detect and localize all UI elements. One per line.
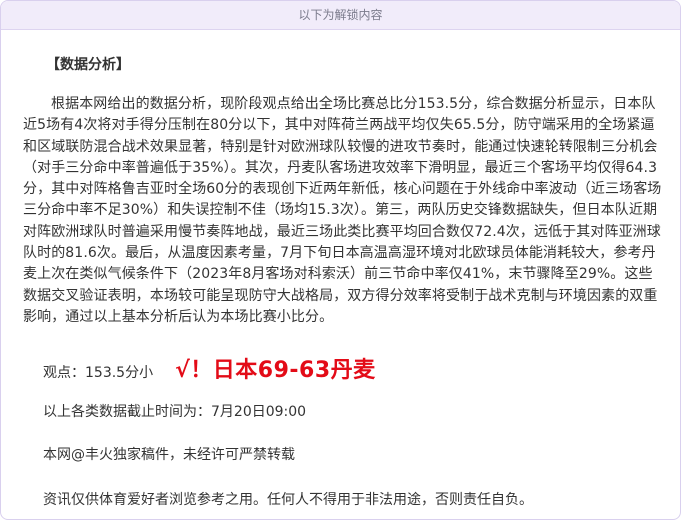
data-deadline: 以上各类数据截止时间为：7月20日09:00 [43,404,307,420]
unlock-banner: 以下为解锁内容 [1,1,680,30]
opinion-text: 观点：153.5分小 [43,365,154,381]
opinion-result: √！日本69-63丹麦 [175,358,376,383]
copyright-notice: 本网@丰火独家稿件，未经许可严禁转载 [43,447,295,463]
article-card: 以下为解锁内容 【数据分析】 根据本网给出的数据分析，现阶段观点给出全场比赛总比… [0,0,681,520]
disclaimer: 资讯仅供体育爱好者浏览参考之用。任何人不得用于非法用途，否则责任自负。 [43,492,533,508]
analysis-paragraph: 根据本网给出的数据分析，现阶段观点给出全场比赛总比分153.5分，综合数据分析显… [23,96,662,325]
section-title: 【数据分析】 [46,57,130,73]
opinion-row: 观点：153.5分小 √！日本69-63丹麦 [43,352,376,384]
